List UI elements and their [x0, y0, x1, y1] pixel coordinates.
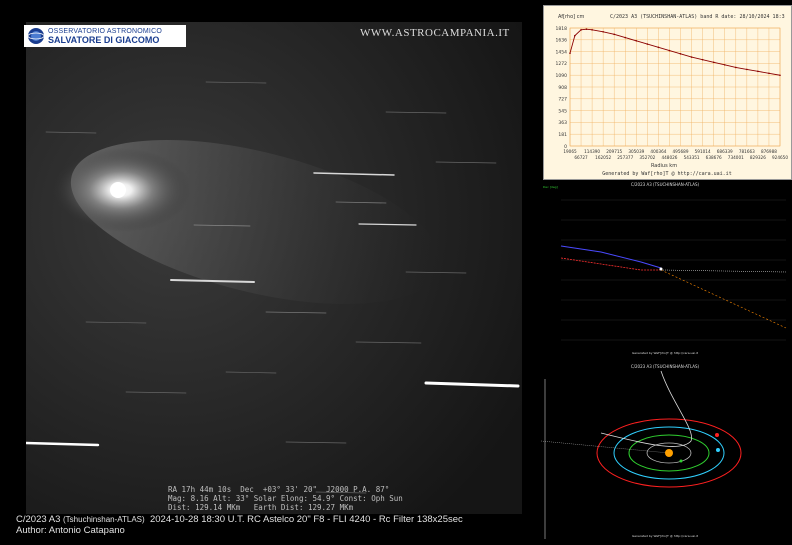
comet-nucleus	[110, 182, 126, 198]
profile-y-tick: 908	[558, 85, 567, 91]
caption-author: Author: Antonio Catapano	[16, 525, 125, 536]
overlay-line3: Dist: 129.14 MKm Earth Dist: 129.27 MKm	[168, 503, 354, 512]
profile-series	[569, 28, 781, 77]
solar-system-plot: C/2023 A3 (TSUCHINSHAN-ATLAS) Generated …	[540, 361, 790, 541]
website-url: WWW.ASTROCAMPANIA.IT	[360, 27, 510, 39]
profile-point	[679, 53, 682, 55]
profile-x-tick-top: 305039	[628, 149, 644, 154]
profile-x-tick-bottom: 924650	[772, 155, 788, 160]
svg-text:Dec [deg]: Dec [deg]	[543, 185, 558, 189]
profile-y-tag: Af[rho] cm	[558, 14, 584, 20]
comet-position-marker	[659, 267, 663, 271]
caption-title: C/2023 A3	[16, 514, 61, 525]
profile-x-tick-top: 114390	[584, 149, 600, 154]
profile-point	[712, 61, 715, 64]
profile-point	[580, 29, 582, 31]
profile-x-tick-top: 876988	[761, 149, 777, 154]
logo-line2: SALVATORE DI GIACOMO	[48, 34, 160, 45]
profile-title: C/2023 A3 (TSUCHINSHAN-ATLAS) band R dat…	[610, 14, 785, 20]
profile-point	[723, 64, 726, 66]
profile-x-tick-top: 781663	[739, 149, 755, 154]
profile-point	[779, 74, 781, 77]
trajectory-title: C/2023 A3 (TSUCHINSHAN-ATLAS)	[631, 182, 700, 187]
profile-credit: Generated by Waf[rho]T @ http://cara.uai…	[602, 171, 731, 177]
profile-line	[569, 28, 781, 76]
profile-x-tick-bottom: 734001	[728, 155, 744, 160]
profile-x-tick-bottom: 829326	[750, 155, 766, 160]
profile-point	[657, 46, 660, 49]
venus-icon	[679, 459, 683, 463]
profile-point	[701, 58, 704, 61]
profile-y-tick: 363	[558, 120, 567, 126]
profile-y-tick: 1090	[556, 73, 568, 79]
profile-x-tick-top: 495689	[673, 149, 689, 154]
afrho-profile-chart: Af[rho] cm C/2023 A3 (TSUCHINSHAN-ATLAS)…	[543, 5, 792, 180]
comet-orbit-dotted	[540, 440, 670, 454]
coordinates-overlay: RA 17h 44m 10s Dec +03° 33' 20" J2000 P.…	[168, 485, 403, 512]
profile-x-tick-bottom: 66727	[574, 155, 588, 160]
profile-y-tick: 1818	[556, 26, 568, 32]
solar-credit: Generated by WaF[rho]T @ http://cara.uai…	[632, 534, 699, 538]
afrho-profile-svg: Af[rho] cm C/2023 A3 (TSUCHINSHAN-ATLAS)…	[556, 14, 789, 177]
profile-y-tick: 181	[558, 132, 567, 138]
profile-x-tick-top: 686339	[717, 149, 733, 154]
profile-point	[613, 33, 616, 36]
profile-x-tick-bottom: 257377	[617, 155, 633, 160]
image-caption: C/2023 A3 (Tshuchinshan-ATLAS) 2024-10-2…	[16, 514, 463, 536]
profile-point	[624, 36, 627, 39]
profile-x-tick-top: 591014	[695, 149, 711, 154]
profile-point	[585, 28, 588, 30]
profile-x-tick-bottom: 352702	[639, 155, 655, 160]
overlay-line2: Mag: 8.16 Alt: 33° Solar Elong: 54.9° Co…	[168, 494, 403, 503]
mars-icon	[715, 433, 719, 437]
profile-x-tick-bottom: 638676	[706, 155, 722, 160]
profile-point	[574, 34, 576, 37]
profile-x-label: Radius km	[651, 163, 677, 169]
observatory-logo: OSSERVATORIO ASTRONOMICO SALVATORE DI GI…	[24, 25, 186, 47]
profile-point	[602, 30, 604, 33]
profile-y-tick: 1454	[556, 49, 568, 55]
profile-y-tick: 1272	[556, 61, 568, 67]
profile-point	[690, 56, 693, 58]
overlay-line1: RA 17h 44m 10s Dec +03° 33' 20" J2000 P.…	[168, 485, 390, 494]
comet-photograph	[26, 22, 522, 514]
trajectory-blue-path	[560, 245, 662, 269]
profile-point	[734, 66, 737, 69]
profile-x-tick-top: 19065	[563, 149, 577, 154]
profile-y-tick: 545	[558, 108, 567, 114]
profile-point	[569, 52, 571, 54]
profile-x-tick-top: 400364	[650, 149, 666, 154]
profile-point	[768, 72, 770, 75]
logo-line1: OSSERVATORIO ASTRONOMICO	[48, 27, 162, 35]
profile-x-ticks: 1906566727114390162052209715257377305039…	[563, 149, 788, 160]
profile-point	[757, 70, 759, 73]
profile-point	[635, 40, 638, 42]
profile-point	[668, 49, 671, 52]
trajectory-orange-path	[660, 269, 787, 329]
trajectory-white-path	[660, 269, 787, 273]
profile-y-tick: 727	[558, 97, 567, 103]
profile-x-tick-top: 209715	[606, 149, 622, 154]
trajectory-y-ticks: Dec [deg]	[543, 185, 558, 189]
observatory-emblem-icon	[27, 28, 45, 44]
trajectory-credit: Generated by WaF[rho]T @ http://cara.uai…	[632, 351, 699, 355]
caption-details: 2024-10-28 18:30 U.T. RC Astelco 20" F8 …	[149, 514, 463, 525]
profile-point	[746, 68, 748, 71]
sun-icon	[665, 449, 673, 457]
profile-x-tick-bottom: 162052	[595, 155, 611, 160]
profile-grid	[569, 27, 781, 147]
caption-title-small: (Tshuchinshan-ATLAS)	[63, 515, 145, 524]
profile-point	[591, 29, 593, 31]
trajectory-plot: C/2023 A3 (TSUCHINSHAN-ATLAS) Dec [deg] …	[541, 180, 790, 360]
solar-title: C/2023 A3 (TSUCHINSHAN-ATLAS)	[631, 364, 700, 369]
profile-x-tick-bottom: 543351	[684, 155, 700, 160]
profile-y-tick: 1636	[556, 38, 568, 44]
profile-point	[646, 43, 649, 45]
earth-icon	[716, 448, 720, 452]
profile-y-ticks: 181816361454127210909087275453631810	[556, 26, 568, 150]
profile-x-tick-bottom: 448026	[661, 155, 677, 160]
